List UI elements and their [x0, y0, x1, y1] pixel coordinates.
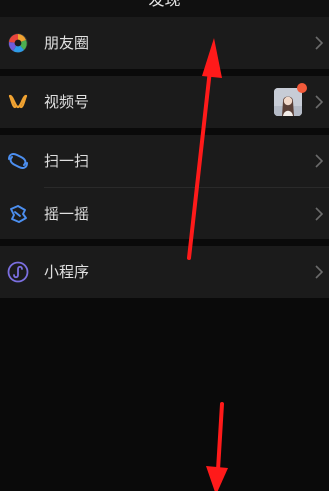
- channels-preview-image: [274, 88, 302, 116]
- top-bar: 发现: [0, 0, 329, 17]
- arrow-down-line: [216, 402, 224, 472]
- arrow-down-head: [206, 466, 228, 491]
- moments-label: 朋友圈: [44, 34, 90, 52]
- scan-label: 扫一扫: [44, 152, 90, 170]
- menu-item-mini-programs[interactable]: 小程序: [0, 246, 329, 298]
- menu-group-mini-programs: 小程序: [0, 246, 329, 298]
- channels-new-dot: [297, 83, 307, 93]
- channels-label: 视频号: [44, 93, 90, 111]
- chevron-right-icon: [315, 154, 323, 168]
- chevron-right-icon: [315, 36, 323, 50]
- menu-item-scan[interactable]: 扫一扫: [0, 135, 329, 187]
- mini-program-icon: [7, 261, 29, 283]
- shake-icon: [10, 205, 27, 223]
- channels-preview-thumbnail[interactable]: [274, 88, 302, 116]
- moments-aperture-icon: [8, 33, 28, 53]
- menu-item-moments[interactable]: 朋友圈: [0, 17, 329, 69]
- channels-icon: [8, 94, 28, 109]
- mini-programs-label: 小程序: [44, 263, 90, 281]
- chevron-right-icon: [315, 207, 323, 221]
- scan-icon: [8, 153, 28, 169]
- menu-group-moments: 朋友圈: [0, 17, 329, 69]
- menu-group-tools: 扫一扫 摇一摇: [0, 135, 329, 239]
- menu-item-shake[interactable]: 摇一摇: [0, 188, 329, 240]
- chevron-right-icon: [315, 265, 323, 279]
- page-title: 发现: [0, 0, 329, 10]
- chevron-right-icon: [315, 95, 323, 109]
- shake-label: 摇一摇: [44, 205, 90, 223]
